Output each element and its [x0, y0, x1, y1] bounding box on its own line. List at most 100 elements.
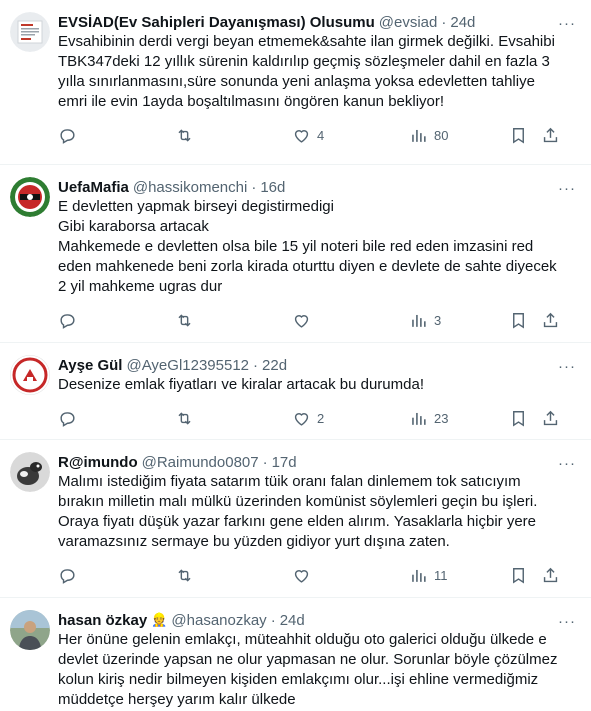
separator-dot: · — [253, 356, 259, 374]
display-name[interactable]: Ayşe Gül — [58, 357, 122, 374]
like-icon — [294, 569, 309, 583]
tweet-text-line: eden mahkenede beni zorla kirada oturttu… — [58, 258, 557, 275]
like-count: 2 — [317, 410, 325, 426]
share-button[interactable] — [541, 126, 561, 145]
like-button[interactable]: 2 — [292, 409, 409, 428]
tweet-text-line: Desenize emlak fiyatları ve kiralar arta… — [58, 376, 424, 393]
like-button[interactable] — [292, 311, 409, 330]
bookmark-icon — [513, 410, 524, 427]
avatar[interactable] — [10, 355, 50, 395]
reply-button[interactable] — [58, 409, 175, 428]
user-handle[interactable]: @hasanozkay — [171, 612, 266, 629]
more-icon[interactable]: ··· — [557, 453, 577, 473]
bookmark-icon — [513, 312, 524, 329]
reply-button[interactable] — [58, 311, 175, 330]
more-icon[interactable]: ··· — [557, 178, 577, 198]
retweet-button[interactable] — [175, 566, 292, 585]
reply-feed: EVSİAD(Ev Sahipleri Dayanışması) Olusumu… — [0, 0, 591, 711]
user-handle[interactable]: @hassikomenchi — [133, 179, 247, 196]
share-icon — [543, 312, 558, 327]
views-button[interactable]: 3 — [409, 311, 509, 330]
tweet-header: Ayşe Gül @AyeGl12395512 · 22d — [58, 355, 575, 375]
tweet-text-line: Evsahibinin derdi vergi beyan etmemek&sa… — [58, 33, 555, 50]
views-button[interactable]: 23 — [409, 409, 509, 428]
display-name[interactable]: EVSİAD(Ev Sahipleri Dayanışması) Olusumu — [58, 14, 375, 31]
tweet[interactable]: hasan özkay 👷 @hasanozkay · 24d ··· Her … — [0, 598, 591, 711]
views-button[interactable]: 80 — [409, 126, 509, 145]
bookmark-icon — [513, 127, 524, 144]
retweet-icon — [178, 128, 191, 142]
tweet-text-line: Mahkemede e devletten olsa bile 15 yil n… — [58, 238, 534, 255]
tweet[interactable]: UefaMafia @hassikomenchi · 16d ··· E dev… — [0, 165, 591, 343]
tweet-header: hasan özkay 👷 @hasanozkay · 24d — [58, 610, 575, 630]
avatar[interactable] — [10, 177, 50, 217]
reply-icon — [60, 568, 75, 584]
share-button[interactable] — [541, 566, 561, 585]
action-bar: 2 23 — [58, 395, 575, 441]
tweet[interactable]: R@imundo @Raimundo0807 · 17d ··· Malımı … — [0, 440, 591, 598]
reply-button[interactable] — [58, 566, 175, 585]
views-icon — [412, 129, 426, 142]
display-name[interactable]: UefaMafia — [58, 179, 129, 196]
bookmark-button[interactable] — [509, 409, 541, 428]
timestamp[interactable]: 24d — [450, 14, 475, 31]
retweet-icon — [178, 411, 191, 425]
share-button[interactable] — [541, 409, 561, 428]
tweet[interactable]: Ayşe Gül @AyeGl12395512 · 22d ··· Deseni… — [0, 343, 591, 440]
tweet-text: E devletten yapmak birseyi degistirmedig… — [58, 197, 575, 297]
avatar[interactable] — [10, 610, 50, 650]
like-icon — [294, 129, 309, 143]
timestamp[interactable]: 17d — [272, 454, 297, 471]
tweet-text-line: Malımı istediğim fiyata satarım tüik ora… — [58, 473, 521, 490]
timestamp[interactable]: 24d — [280, 612, 305, 629]
reply-button[interactable] — [58, 126, 175, 145]
tweet-text: Malımı istediğim fiyata satarım tüik ora… — [58, 472, 575, 552]
more-icon[interactable]: ··· — [557, 13, 577, 33]
reply-icon — [60, 128, 75, 144]
user-handle[interactable]: @evsiad — [379, 14, 438, 31]
avatar[interactable] — [10, 12, 50, 52]
retweet-button[interactable] — [175, 409, 292, 428]
tweet-text-line: E devletten yapmak birseyi degistirmedig… — [58, 198, 334, 215]
share-button[interactable] — [541, 311, 561, 330]
avatar[interactable] — [10, 452, 50, 492]
like-icon — [294, 412, 309, 426]
retweet-button[interactable] — [175, 311, 292, 330]
views-count: 80 — [434, 127, 449, 143]
tweet-text-line: bırakın milletin malı mülkü üzerinden ko… — [58, 493, 538, 510]
like-count: 4 — [317, 127, 325, 143]
reply-icon — [60, 411, 75, 427]
more-icon[interactable]: ··· — [557, 611, 577, 631]
user-handle[interactable]: @AyeGl12395512 — [126, 357, 249, 374]
bookmark-button[interactable] — [509, 311, 541, 330]
tweet-text-line: varamazsınız sermaye bu yüzden gidiyor y… — [58, 533, 450, 550]
retweet-button[interactable] — [175, 126, 292, 145]
tweet-text-line: devlet üzerinde yapsan ne olur yapmasan … — [58, 651, 558, 668]
share-icon — [543, 127, 558, 142]
display-name[interactable]: R@imundo — [58, 454, 138, 471]
like-button[interactable] — [292, 566, 409, 585]
tweet-header: EVSİAD(Ev Sahipleri Dayanışması) Olusumu… — [58, 12, 575, 32]
views-icon — [412, 412, 426, 425]
retweet-icon — [178, 313, 191, 327]
timestamp[interactable]: 16d — [260, 179, 285, 196]
reply-icon — [60, 313, 75, 329]
views-button[interactable]: 11 — [409, 566, 509, 585]
bookmark-button[interactable] — [509, 126, 541, 145]
user-handle[interactable]: @Raimundo0807 — [142, 454, 259, 471]
worker-emoji-icon: 👷 — [151, 612, 168, 627]
views-icon — [412, 314, 426, 327]
bookmark-button[interactable] — [509, 566, 541, 585]
tweet-text-line: Her önüne gelenin emlakçı, müteahhit old… — [58, 631, 547, 648]
tweet-text-line: 2 yil mahkeme ugras dur — [58, 278, 223, 295]
action-bar: 4 80 — [58, 112, 575, 158]
tweet-text-line: emri ile evin 1ayda boşaltılmasını öngör… — [58, 93, 445, 110]
timestamp[interactable]: 22d — [262, 357, 287, 374]
tweet-text-line: kolun kiriş nedir bilmeyen kişiden emlak… — [58, 671, 539, 688]
like-button[interactable]: 4 — [292, 126, 409, 145]
display-name[interactable]: hasan özkay — [58, 612, 147, 629]
more-icon[interactable]: ··· — [557, 356, 577, 376]
views-icon — [412, 569, 426, 582]
tweet[interactable]: EVSİAD(Ev Sahipleri Dayanışması) Olusumu… — [0, 0, 591, 165]
tweet-text: Her önüne gelenin emlakçı, müteahhit old… — [58, 630, 575, 710]
